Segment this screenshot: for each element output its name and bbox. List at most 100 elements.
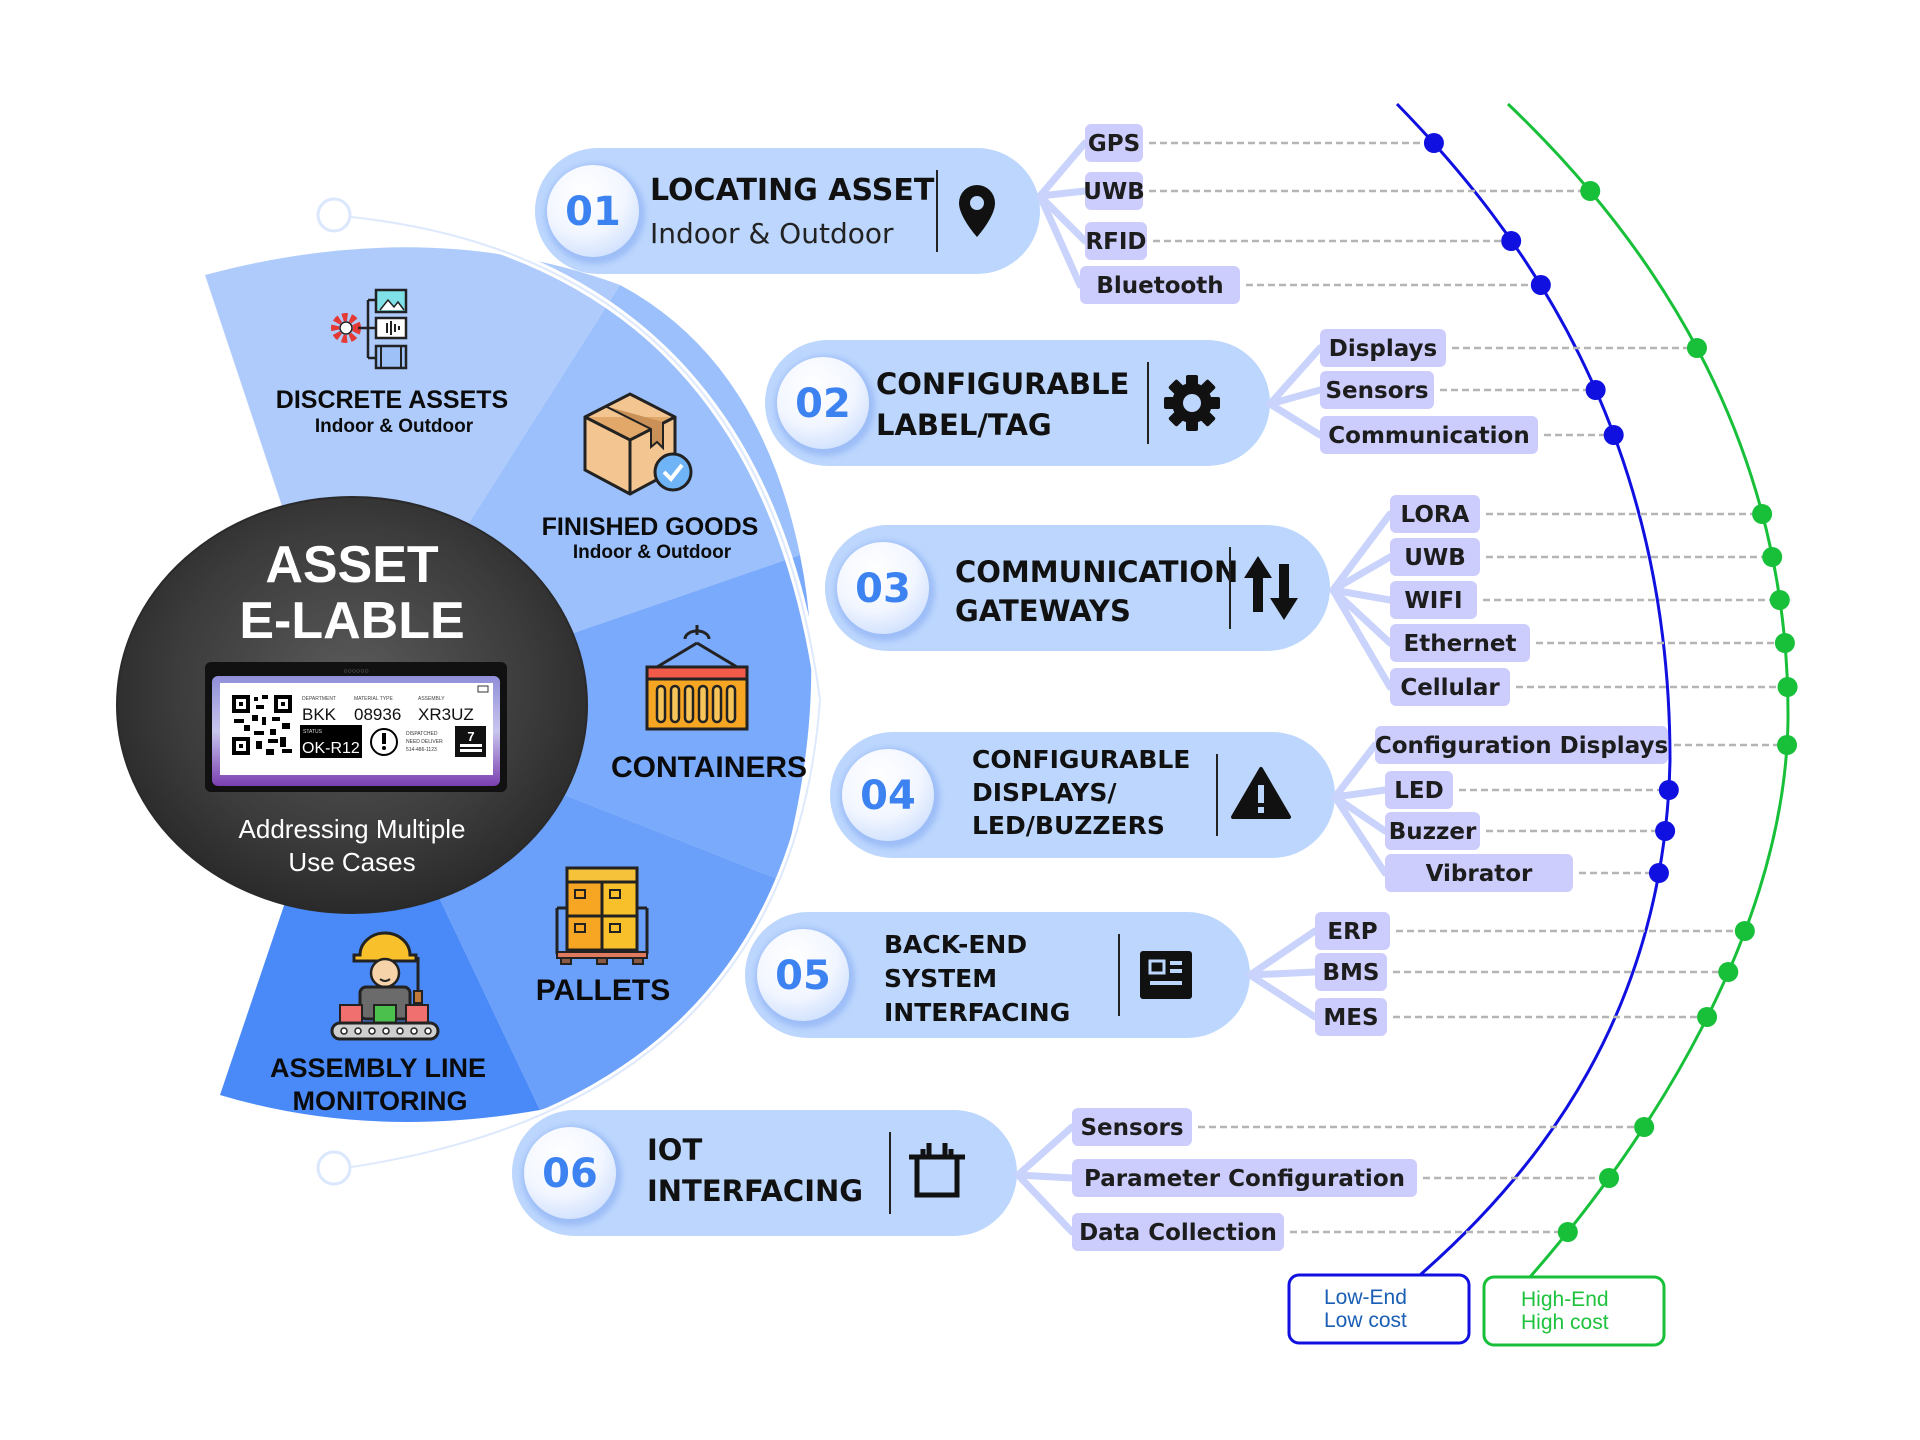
tag-displays[interactable]: Displays — [1320, 329, 1446, 367]
feature-title-line: CONFIGURABLE — [972, 745, 1190, 774]
label-col3-value: XR3UZ — [418, 705, 474, 724]
tag-branch — [1036, 139, 1089, 200]
feature-number: 01 — [565, 189, 621, 235]
label-dispatch-1: DISPATCHED — [406, 731, 438, 737]
feature-title-line: LED/BUZZERS — [972, 811, 1165, 840]
dashboard-icon — [1140, 951, 1192, 999]
low-tier-dot — [1585, 380, 1606, 400]
tag-sensors[interactable]: Sensors — [1320, 371, 1434, 409]
segment-pallets-title: PALLETS — [536, 974, 670, 1007]
high-tier-dot — [1697, 1007, 1718, 1027]
tag-ethernet[interactable]: Ethernet — [1390, 624, 1530, 662]
label-status-value: OK-R12 — [302, 740, 360, 757]
tag-rfid[interactable]: RFID — [1085, 222, 1147, 260]
tag-uwb[interactable]: UWB — [1390, 538, 1480, 576]
feature-03[interactable]: 03 COMMUNICATION GATEWAYS LORA UWB WIFI Ethern… — [825, 495, 1530, 706]
label-col3-header: ASSEMBLY — [418, 696, 445, 702]
high-tier-dot — [1752, 504, 1773, 524]
tag-label: Buzzer — [1389, 819, 1477, 845]
center-disc: ASSET E-LABLE ○○○○○○ DEPARTMENT MATERIAL… — [116, 496, 588, 914]
high-tier-dot — [1777, 677, 1798, 697]
tag-label: GPS — [1088, 131, 1140, 157]
tag-label: RFID — [1085, 229, 1146, 255]
high-tier-dot — [1634, 1117, 1655, 1137]
tag-branch — [1036, 187, 1089, 200]
tag-branch — [1014, 1171, 1076, 1236]
feature-01[interactable]: 01 LOCATING ASSET Indoor & Outdoor GPS UWB RF… — [535, 124, 1240, 304]
tag-label: UWB — [1404, 545, 1466, 571]
segment-assembly-title-2: MONITORING — [293, 1086, 468, 1116]
tag-cellular[interactable]: Cellular — [1390, 668, 1510, 706]
high-tier-dot — [1774, 633, 1795, 653]
tag-branch — [1036, 192, 1084, 289]
feature-subtitle: Indoor & Outdoor — [650, 217, 894, 250]
label-col2-header: MATERIAL TYPE — [354, 696, 393, 702]
feature-number: 02 — [795, 381, 851, 427]
feature-02[interactable]: 02 CONFIGURABLE LABEL/TAG Displays Sensors Co… — [765, 329, 1538, 466]
tag-parameter-configuration[interactable]: Parameter Configuration — [1072, 1159, 1417, 1197]
e-label-device: ○○○○○○ DEPARTMENT MATERIAL TYPE ASSEMBLY… — [205, 662, 507, 792]
tag-gps[interactable]: GPS — [1085, 124, 1143, 162]
tag-configuration-displays[interactable]: Configuration Displays — [1375, 726, 1668, 764]
tag-label: Configuration Displays — [1375, 733, 1668, 759]
center-subtitle-2: Use Cases — [288, 847, 415, 877]
tag-label: Data Collection — [1079, 1220, 1277, 1246]
tag-bluetooth[interactable]: Bluetooth — [1080, 266, 1240, 304]
tag-label: WIFI — [1404, 588, 1462, 614]
tag-branch — [1266, 400, 1324, 439]
feature-title-line: INTERFACING — [884, 998, 1070, 1027]
tag-label: MES — [1323, 1005, 1378, 1031]
tag-buzzer[interactable]: Buzzer — [1385, 812, 1480, 850]
segment-finished-title: FINISHED GOODS — [542, 513, 759, 541]
segment-containers-title: CONTAINERS — [611, 751, 807, 784]
center-title-2: E-LABLE — [239, 592, 464, 650]
tag-communication[interactable]: Communication — [1320, 416, 1538, 454]
tag-mes[interactable]: MES — [1315, 998, 1387, 1036]
tag-vibrator[interactable]: Vibrator — [1385, 854, 1573, 892]
low-tier-dot — [1603, 425, 1624, 445]
tag-label: Parameter Configuration — [1084, 1166, 1405, 1192]
tag-lora[interactable]: LORA — [1390, 495, 1480, 533]
legend: Low-End Low cost High-End High cost — [1287, 1273, 1666, 1347]
legend-low-end: Low-End Low cost — [1287, 1273, 1471, 1345]
tag-uwb[interactable]: UWB — [1083, 172, 1145, 210]
high-tier-dot — [1777, 735, 1798, 755]
low-tier-dot — [1658, 780, 1679, 800]
low-tier-dot — [1530, 275, 1551, 295]
legend-high-end: High-End High cost — [1482, 1275, 1666, 1347]
center-subtitle-1: Addressing Multiple — [239, 814, 466, 844]
legend-low-line1: Low-End — [1324, 1286, 1407, 1309]
tag-sensors[interactable]: Sensors — [1072, 1108, 1192, 1146]
tag-label: Communication — [1328, 423, 1529, 449]
tag-branch — [1014, 1123, 1076, 1179]
tag-label: BMS — [1323, 960, 1380, 986]
low-tier-dot — [1648, 863, 1669, 883]
tag-label: ERP — [1327, 919, 1377, 945]
tag-led[interactable]: LED — [1385, 771, 1453, 809]
tag-data-collection[interactable]: Data Collection — [1072, 1213, 1284, 1251]
feature-05[interactable]: 05 BACK-END SYSTEM INTERFACING ERP BMS MES — [745, 912, 1390, 1038]
segment-finished-subtitle: Indoor & Outdoor — [573, 542, 732, 563]
tag-label: Cellular — [1400, 675, 1500, 701]
low-tier-dot — [1501, 231, 1522, 251]
feature-04[interactable]: 04 CONFIGURABLE DISPLAYS/LED/BUZZERS Config… — [830, 726, 1668, 892]
legend-low-line2: Low cost — [1324, 1309, 1407, 1332]
tag-wifi[interactable]: WIFI — [1390, 581, 1477, 619]
legend-high-line2: High cost — [1521, 1311, 1609, 1334]
label-col1-header: DEPARTMENT — [302, 696, 336, 702]
feature-title-line: INTERFACING — [647, 1174, 863, 1208]
tag-bms[interactable]: BMS — [1315, 953, 1387, 991]
high-tier-dot — [1734, 921, 1755, 941]
label-col2-value: 08936 — [354, 705, 401, 724]
high-tier-dot — [1718, 962, 1739, 982]
svg-text:○○○○○○: ○○○○○○ — [343, 668, 368, 675]
feature-title-line: DISPLAYS/ — [972, 778, 1117, 807]
high-tier-dot — [1769, 590, 1790, 610]
arc-end-bottom — [316, 1150, 352, 1186]
feature-number: 03 — [855, 566, 911, 612]
tag-erp[interactable]: ERP — [1315, 912, 1390, 950]
high-tier-dot — [1557, 1222, 1578, 1242]
tag-branch — [1014, 1171, 1076, 1182]
feature-06[interactable]: 06 IOT INTERFACING Sensors Parameter Configu… — [512, 1108, 1417, 1251]
asset-e-label-diagram: DISCRETE ASSETS Indoor & Outdoor FINISHE… — [116, 102, 1798, 1347]
